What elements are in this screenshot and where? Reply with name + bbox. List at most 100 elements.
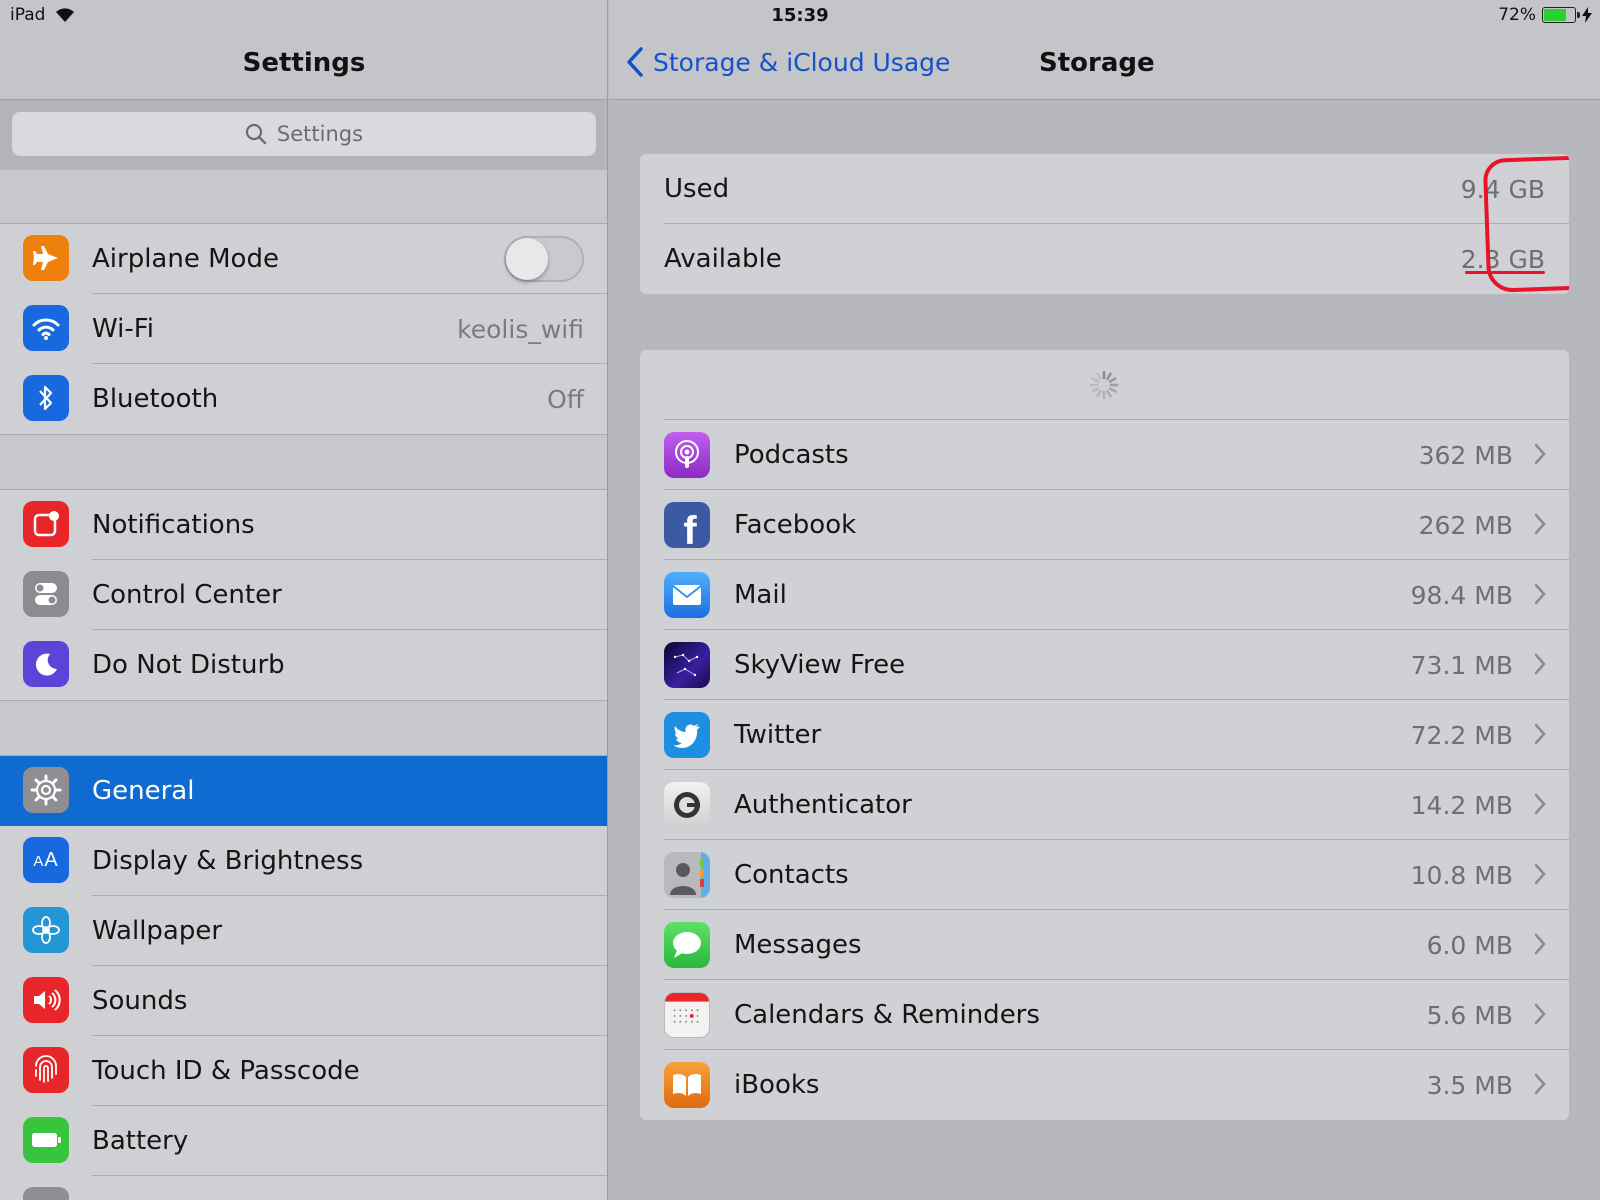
app-row-facebook[interactable]: f Facebook 262 MB (640, 490, 1569, 560)
messages-icon (664, 922, 710, 968)
app-name: Contacts (734, 860, 849, 890)
notifications-icon (23, 501, 69, 547)
sidebar-item-label: Airplane Mode (92, 244, 279, 274)
search-input[interactable]: Settings (12, 112, 596, 156)
sidebar-title: Settings (242, 48, 366, 78)
sidebar-item-airplane-mode[interactable]: Airplane Mode (0, 224, 607, 294)
loading-spinner-icon (1089, 370, 1119, 400)
app-size: 362 MB (1418, 440, 1513, 470)
sidebar-item-label: Notifications (92, 510, 255, 540)
bluetooth-status-value: Off (547, 384, 584, 414)
status-bar-right: 72% (1498, 5, 1592, 25)
sidebar-item-partial[interactable] (0, 1176, 607, 1200)
app-size: 10.8 MB (1410, 860, 1513, 890)
control-center-icon (23, 571, 69, 617)
twitter-icon (664, 712, 710, 758)
app-row-contacts[interactable]: Contacts 10.8 MB (640, 840, 1569, 910)
loading-row (640, 350, 1569, 420)
chevron-right-icon (1534, 793, 1546, 815)
settings-group-connectivity: Airplane Mode Wi-Fi keolis_wifi Bluetoot… (0, 223, 607, 435)
airplane-mode-toggle[interactable] (504, 236, 584, 282)
storage-used-row: Used 9.4 GB (640, 154, 1569, 224)
app-name: Mail (734, 580, 787, 610)
app-name: Facebook (734, 510, 857, 540)
app-row-podcasts[interactable]: Podcasts 362 MB (640, 420, 1569, 490)
app-row-skyview[interactable]: SkyView Free 73.1 MB (640, 630, 1569, 700)
app-row-ibooks[interactable]: iBooks 3.5 MB (640, 1050, 1569, 1120)
app-size: 72.2 MB (1410, 720, 1513, 750)
search-bar-container: Settings (0, 100, 607, 170)
app-size: 3.5 MB (1426, 1070, 1513, 1100)
chevron-right-icon (1534, 723, 1546, 745)
wifi-network-value: keolis_wifi (457, 314, 584, 344)
chevron-left-icon (627, 47, 643, 77)
app-size: 14.2 MB (1410, 790, 1513, 820)
sidebar-item-control-center[interactable]: Control Center (0, 560, 607, 630)
app-name: SkyView Free (734, 650, 906, 680)
sidebar-item-touch-id[interactable]: Touch ID & Passcode (0, 1036, 607, 1106)
status-bar: iPad 15:39 72% (0, 0, 1600, 34)
moon-icon (23, 641, 69, 687)
sidebar-item-notifications[interactable]: Notifications (0, 490, 607, 560)
chevron-right-icon (1534, 863, 1546, 885)
speaker-icon (23, 977, 69, 1023)
sidebar-item-bluetooth[interactable]: Bluetooth Off (0, 364, 607, 434)
storage-available-label: Available (664, 244, 782, 274)
settings-sidebar: Settings Settings Airplane Mode Wi-Fi ke… (0, 0, 608, 1200)
chevron-right-icon (1534, 1003, 1546, 1025)
app-name: iBooks (734, 1070, 820, 1100)
sidebar-item-sounds[interactable]: Sounds (0, 966, 607, 1036)
sidebar-item-display-brightness[interactable]: AA Display & Brightness (0, 826, 607, 896)
app-row-messages[interactable]: Messages 6.0 MB (640, 910, 1569, 980)
sidebar-item-label: Touch ID & Passcode (92, 1056, 360, 1086)
sidebar-item-label: Wallpaper (92, 916, 223, 946)
charging-bolt-icon (1582, 7, 1592, 23)
sidebar-item-general[interactable]: General (0, 756, 607, 826)
app-row-calendars-reminders[interactable]: Calendars & Reminders 5.6 MB (640, 980, 1569, 1050)
wallpaper-icon (23, 907, 69, 953)
contacts-icon (664, 852, 710, 898)
sidebar-item-label: Sounds (92, 986, 188, 1016)
wifi-icon (23, 305, 69, 351)
app-name: Twitter (734, 720, 822, 750)
red-annotation-underline (1465, 271, 1545, 274)
chevron-right-icon (1534, 1073, 1546, 1095)
chevron-right-icon (1534, 513, 1546, 535)
chevron-right-icon (1534, 653, 1546, 675)
chevron-right-icon (1534, 443, 1546, 465)
gear-icon (23, 767, 69, 813)
app-size: 262 MB (1418, 510, 1513, 540)
mail-icon (664, 572, 710, 618)
app-name: Authenticator (734, 790, 912, 820)
app-size: 6.0 MB (1426, 930, 1513, 960)
sidebar-item-wallpaper[interactable]: Wallpaper (0, 896, 607, 966)
sidebar-item-do-not-disturb[interactable]: Do Not Disturb (0, 630, 607, 700)
sidebar-item-label: Display & Brightness (92, 846, 364, 876)
settings-group-notifications: Notifications Control Center Do Not Dist… (0, 489, 607, 701)
search-placeholder: Settings (276, 122, 364, 146)
storage-available-row: Available 2.3 GB (640, 224, 1569, 294)
sidebar-item-label: Battery (92, 1126, 189, 1156)
battery-percentage: 72% (1498, 5, 1536, 25)
sidebar-item-label: Bluetooth (92, 384, 219, 414)
storage-summary-card: Used 9.4 GB Available 2.3 GB (640, 154, 1569, 294)
app-name: Calendars & Reminders (734, 1000, 1040, 1030)
back-button-label: Storage & iCloud Usage (653, 47, 951, 77)
app-row-mail[interactable]: Mail 98.4 MB (640, 560, 1569, 630)
app-size: 73.1 MB (1410, 650, 1513, 680)
sidebar-item-wifi[interactable]: Wi-Fi keolis_wifi (0, 294, 607, 364)
app-storage-list: Podcasts 362 MB f Facebook 262 MB Mail 9… (640, 350, 1569, 1120)
podcasts-icon (664, 432, 710, 478)
app-row-authenticator[interactable]: Authenticator 14.2 MB (640, 770, 1569, 840)
app-row-twitter[interactable]: Twitter 72.2 MB (640, 700, 1569, 770)
back-button[interactable]: Storage & iCloud Usage (625, 46, 950, 78)
storage-detail-pane: Storage & iCloud Usage Storage Used 9.4 … (609, 0, 1600, 1200)
sidebar-item-label: General (92, 776, 195, 806)
app-size: 98.4 MB (1410, 580, 1513, 610)
airplane-icon (23, 235, 69, 281)
sidebar-item-label: Do Not Disturb (92, 650, 285, 680)
display-icon: AA (23, 837, 69, 883)
sidebar-item-battery[interactable]: Battery (0, 1106, 607, 1176)
facebook-icon: f (664, 502, 710, 548)
privacy-icon (23, 1187, 69, 1200)
